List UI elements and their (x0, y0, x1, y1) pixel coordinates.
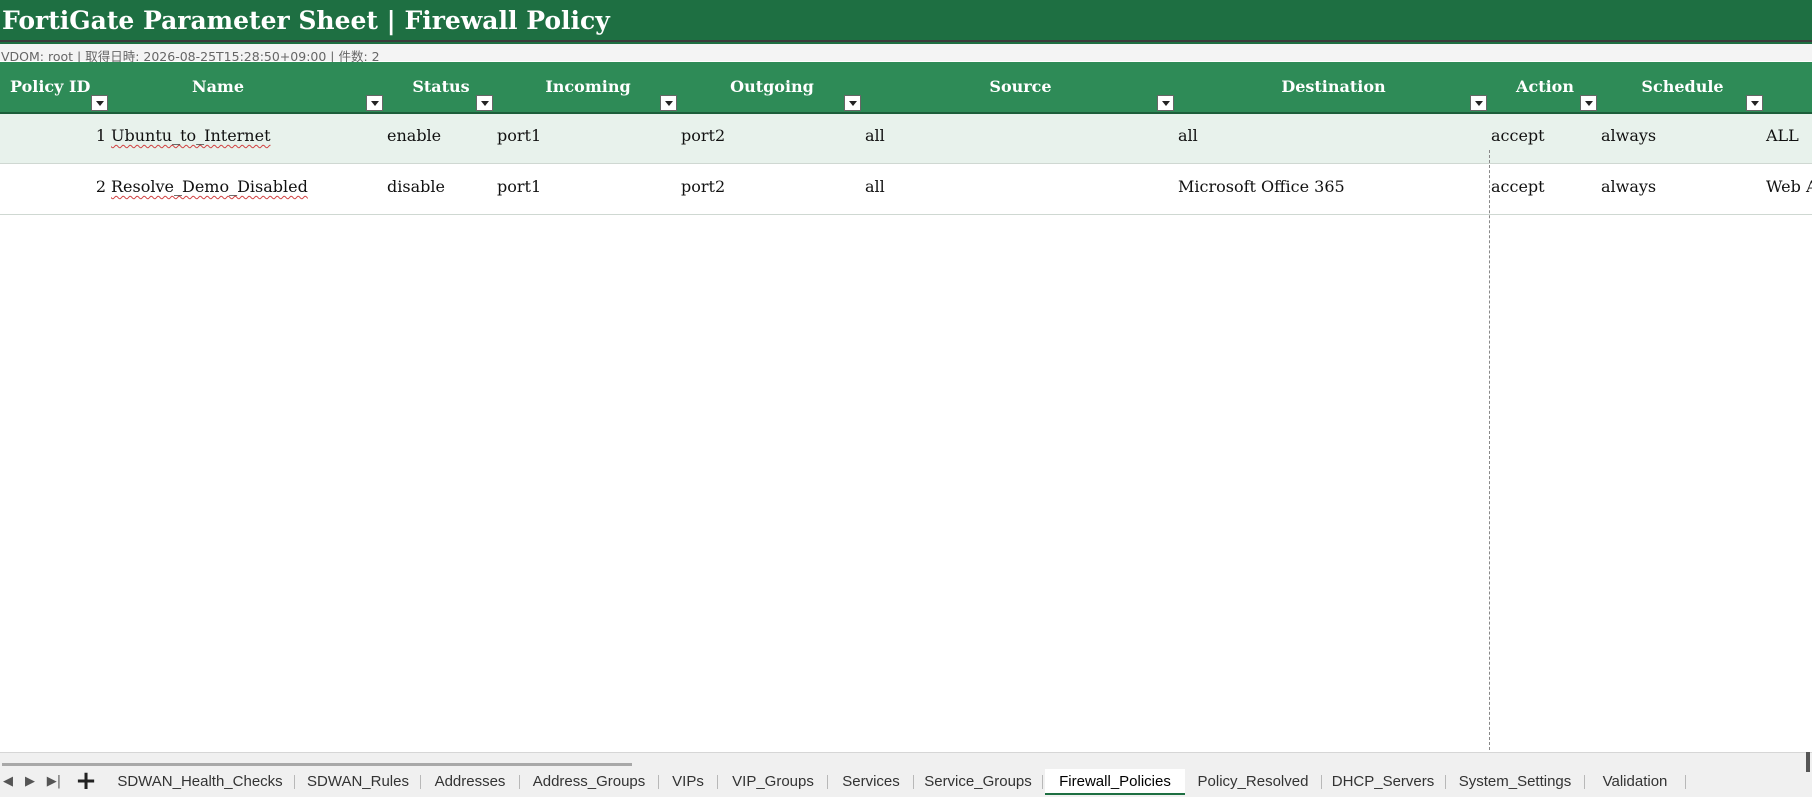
header-label: Policy ID (10, 77, 91, 96)
cell-policy-id[interactable]: 2 (60, 177, 106, 196)
page-break-line (1489, 150, 1490, 750)
cell-service[interactable]: ALL (1766, 126, 1799, 145)
filter-dropdown-icon[interactable] (476, 95, 493, 111)
tab-address-groups[interactable]: Address_Groups (525, 769, 653, 795)
tab-separator (1584, 775, 1585, 789)
tab-system-settings[interactable]: System_Settings (1451, 769, 1579, 795)
tab-dhcp-servers[interactable]: DHCP_Servers (1327, 769, 1439, 795)
table-row: 1 Ubuntu_to_Internet enable port1 port2 … (0, 114, 1812, 164)
tab-separator (1445, 775, 1446, 789)
tab-separator (420, 775, 421, 789)
cell-name[interactable]: Resolve_Demo_Disabled (111, 177, 308, 196)
prev-sheet-icon[interactable]: ◀ (0, 773, 16, 791)
header-incoming[interactable]: Incoming (496, 62, 680, 112)
cell-policy-id[interactable]: 1 (60, 126, 106, 145)
header-label: Outgoing (730, 77, 814, 96)
cell-outgoing[interactable]: port2 (681, 126, 725, 145)
tab-separator (1042, 775, 1043, 789)
cell-source[interactable]: all (865, 177, 885, 196)
tab-vips[interactable]: VIPs (664, 769, 712, 795)
table-row: 2 Resolve_Demo_Disabled disable port1 po… (0, 165, 1812, 215)
cell-destination[interactable]: Microsoft Office 365 (1178, 177, 1345, 196)
tab-policy-resolved[interactable]: Policy_Resolved (1190, 769, 1316, 795)
tab-firewall-policies[interactable]: Firewall_Policies (1045, 769, 1185, 795)
cell-schedule[interactable]: always (1601, 177, 1656, 196)
cell-destination[interactable]: all (1178, 126, 1198, 145)
tab-vip-groups[interactable]: VIP_Groups (723, 769, 823, 795)
tab-service-groups[interactable]: Service_Groups (919, 769, 1037, 795)
cell-status[interactable]: disable (387, 177, 445, 196)
filter-dropdown-icon[interactable] (1470, 95, 1487, 111)
filter-dropdown-icon[interactable] (366, 95, 383, 111)
header-source[interactable]: Source (864, 62, 1177, 112)
cell-incoming[interactable]: port1 (497, 126, 541, 145)
filter-dropdown-icon[interactable] (660, 95, 677, 111)
cell-source[interactable]: all (865, 126, 885, 145)
tab-addresses[interactable]: Addresses (426, 769, 514, 795)
tab-separator (913, 775, 914, 789)
header-destination[interactable]: Destination (1177, 62, 1490, 112)
tab-sdwan-health-checks[interactable]: SDWAN_Health_Checks (112, 769, 288, 795)
tab-separator (717, 775, 718, 789)
header-label: Destination (1281, 77, 1386, 96)
cell-incoming[interactable]: port1 (497, 177, 541, 196)
header-name[interactable]: Name (100, 62, 386, 112)
tab-separator (519, 775, 520, 789)
sheet-subtitle-bar: VDOM: root | 取得日時: 2026-08-25T15:28:50+0… (0, 44, 1812, 64)
next-sheet-icon[interactable]: ▶ (22, 773, 38, 791)
header-outgoing[interactable]: Outgoing (680, 62, 864, 112)
tab-validation[interactable]: Validation (1590, 769, 1680, 795)
header-label: Action (1516, 77, 1574, 96)
cell-name[interactable]: Ubuntu_to_Internet (111, 126, 271, 145)
header-status[interactable]: Status (386, 62, 496, 112)
cell-action[interactable]: accept (1491, 177, 1545, 196)
filter-dropdown-icon[interactable] (1580, 95, 1597, 111)
tab-separator (1685, 775, 1686, 789)
cell-status[interactable]: enable (387, 126, 441, 145)
filter-dropdown-icon[interactable] (1746, 95, 1763, 111)
header-label: Source (989, 77, 1052, 96)
header-label: Schedule (1641, 77, 1724, 96)
last-sheet-icon[interactable]: ▶| (46, 773, 62, 791)
tab-separator (294, 775, 295, 789)
cell-outgoing[interactable]: port2 (681, 177, 725, 196)
sheet-title[interactable]: FortiGate Parameter Sheet | Firewall Pol… (2, 6, 610, 35)
tab-services[interactable]: Services (833, 769, 909, 795)
header-label: Incoming (545, 77, 631, 96)
scroll-split-handle[interactable] (1806, 752, 1810, 772)
header-schedule[interactable]: Schedule (1600, 62, 1765, 112)
header-label: Name (191, 77, 245, 96)
add-sheet-icon[interactable]: + (74, 768, 98, 794)
sheet-tab-bar: ◀ ▶ ▶| + SDWAN_Health_Checks SDWAN_Rules… (0, 752, 1812, 797)
cell-service[interactable]: Web A (1766, 177, 1812, 196)
cell-action[interactable]: accept (1491, 126, 1545, 145)
header-label: Status (412, 77, 470, 96)
tab-separator (827, 775, 828, 789)
filter-dropdown-icon[interactable] (1157, 95, 1174, 111)
header-policy-id[interactable]: Policy ID (0, 62, 108, 112)
filter-dropdown-icon[interactable] (844, 95, 861, 111)
table-header-row: Policy ID Name Status Incoming Outgoing … (0, 62, 1812, 114)
header-action[interactable]: Action (1490, 62, 1600, 112)
sheet-title-bar: FortiGate Parameter Sheet | Firewall Pol… (0, 0, 1812, 42)
horizontal-scrollbar[interactable] (0, 753, 1812, 763)
tab-separator (658, 775, 659, 789)
tab-separator (1321, 775, 1322, 789)
tab-sdwan-rules[interactable]: SDWAN_Rules (300, 769, 416, 795)
cell-schedule[interactable]: always (1601, 126, 1656, 145)
